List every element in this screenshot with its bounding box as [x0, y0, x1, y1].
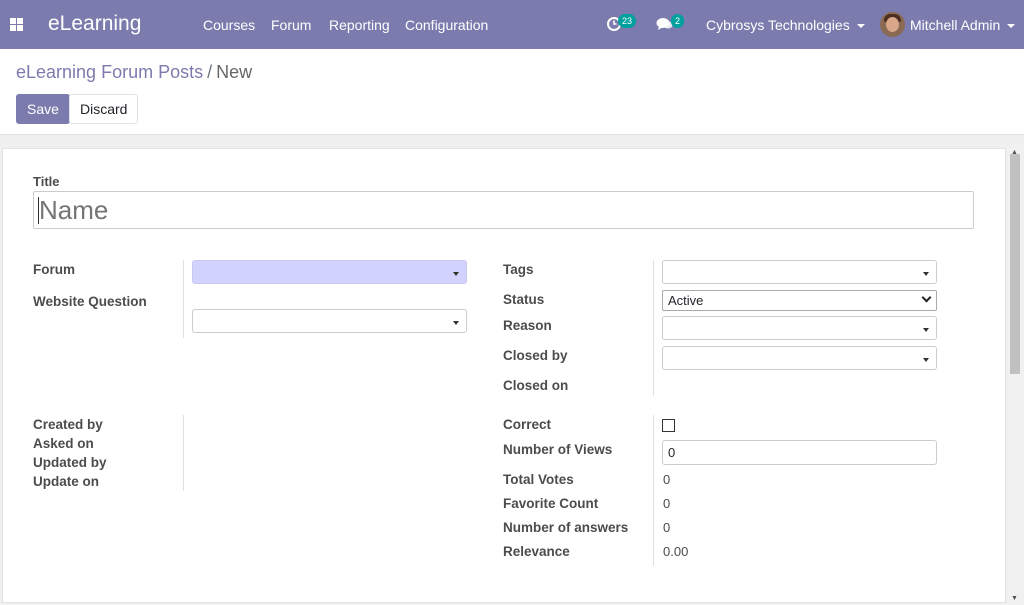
group-divider [653, 260, 654, 396]
breadcrumb-separator: / [207, 62, 213, 82]
chevron-down-icon [921, 292, 932, 303]
website-question-select[interactable] [192, 309, 467, 333]
closed-by-select[interactable] [662, 346, 937, 370]
app-brand[interactable]: eLearning [48, 12, 141, 36]
favorite-count-label: Favorite Count [503, 496, 599, 511]
dropdown-caret-icon [923, 328, 929, 332]
updated-by-label: Updated by [33, 455, 107, 470]
scroll-down-arrow-icon[interactable]: ▼ [1011, 595, 1018, 602]
menu-configuration[interactable]: Configuration [405, 17, 488, 33]
breadcrumb: eLearning Forum Posts / New [16, 62, 252, 83]
group-divider [183, 415, 184, 491]
chevron-down-icon [1007, 24, 1016, 29]
dropdown-caret-icon [923, 358, 929, 362]
tags-select[interactable] [662, 260, 937, 284]
number-of-views-label: Number of Views [503, 442, 613, 457]
user-menu[interactable]: Mitchell Admin [910, 17, 1016, 33]
group-divider [653, 415, 654, 566]
closed-by-label: Closed by [503, 348, 568, 363]
favorite-count-value: 0 [663, 496, 671, 511]
relevance-label: Relevance [503, 544, 570, 559]
apps-menu-icon[interactable] [10, 18, 23, 31]
company-name: Cybrosys Technologies [706, 17, 850, 33]
reason-select[interactable] [662, 316, 937, 340]
relevance-value: 0.00 [663, 544, 689, 559]
forum-label: Forum [33, 262, 75, 277]
asked-on-label: Asked on [33, 436, 94, 451]
dropdown-caret-icon [453, 321, 459, 325]
reason-label: Reason [503, 318, 552, 333]
number-of-views-input[interactable]: 0 [662, 440, 937, 465]
forum-select[interactable] [192, 260, 467, 284]
menu-forum[interactable]: Forum [271, 17, 311, 33]
breadcrumb-current: New [216, 62, 253, 82]
user-name: Mitchell Admin [910, 17, 1001, 33]
title-label: Title [33, 174, 60, 189]
company-switcher[interactable]: Cybrosys Technologies [706, 17, 865, 33]
dropdown-caret-icon [923, 272, 929, 276]
discard-button[interactable]: Discard [69, 94, 139, 124]
total-votes-label: Total Votes [503, 472, 574, 487]
tags-label: Tags [503, 262, 534, 277]
correct-checkbox[interactable] [662, 419, 675, 432]
user-avatar[interactable] [880, 12, 905, 37]
activity-count-badge: 23 [618, 14, 637, 28]
dropdown-caret-icon [453, 272, 459, 276]
status-value: Active [668, 293, 704, 308]
text-cursor [38, 197, 39, 224]
status-select[interactable]: Active [662, 290, 937, 311]
chevron-down-icon [856, 24, 865, 29]
save-button[interactable]: Save [16, 94, 70, 124]
breadcrumb-parent-link[interactable]: eLearning Forum Posts [16, 62, 203, 82]
update-on-label: Update on [33, 474, 99, 489]
menu-courses[interactable]: Courses [203, 17, 255, 33]
title-name-input[interactable] [33, 191, 974, 229]
correct-label: Correct [503, 417, 552, 432]
total-votes-value: 0 [663, 472, 671, 487]
website-question-label: Website Question [33, 294, 147, 309]
group-divider [183, 260, 184, 338]
top-navbar: eLearning Courses Forum Reporting Config… [0, 0, 1024, 49]
scrollbar-thumb[interactable] [1010, 154, 1020, 374]
closed-on-label: Closed on [503, 378, 569, 393]
number-of-answers-label: Number of answers [503, 520, 629, 535]
number-of-answers-value: 0 [663, 520, 671, 535]
vertical-scrollbar[interactable]: ▲ ▼ [1008, 148, 1022, 603]
status-label: Status [503, 292, 545, 307]
message-count-badge: 2 [671, 14, 685, 28]
created-by-label: Created by [33, 417, 103, 432]
menu-reporting[interactable]: Reporting [329, 17, 390, 33]
